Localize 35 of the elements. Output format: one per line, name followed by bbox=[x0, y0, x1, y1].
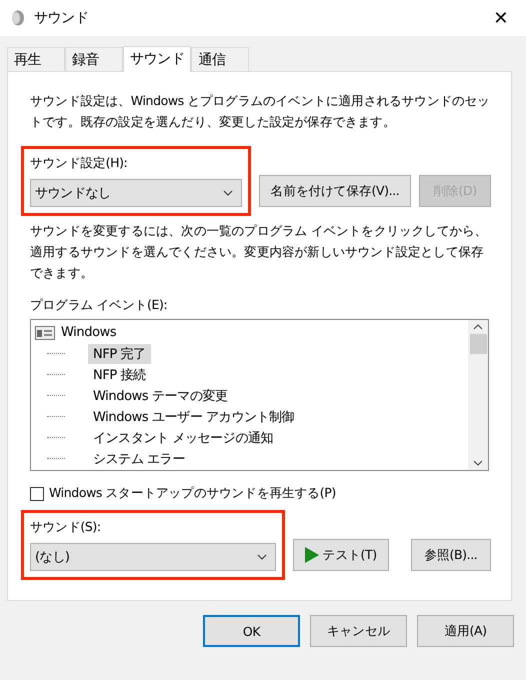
apply-button[interactable]: 適用(A) bbox=[417, 615, 514, 647]
ok-button[interactable]: OK bbox=[203, 615, 300, 647]
field-label: サウンド設定(H): bbox=[30, 154, 128, 172]
tab[interactable]: サウンド bbox=[123, 46, 192, 72]
speaker-icon bbox=[10, 10, 24, 26]
chevron-down-icon bbox=[223, 190, 233, 196]
tree-item[interactable]: Windows ユーザー アカウント制御 bbox=[88, 406, 300, 426]
window-title: サウンド bbox=[34, 9, 90, 27]
close-button[interactable]: ✕ bbox=[485, 8, 516, 28]
tree-item[interactable]: Windows テーマの変更 bbox=[88, 386, 233, 406]
tree-item[interactable]: NFP 完了 bbox=[88, 344, 151, 364]
tree-item[interactable]: NFP 接続 bbox=[88, 364, 151, 384]
checkbox[interactable] bbox=[30, 486, 44, 500]
sound-scheme-dropdown[interactable]: サウンドなし bbox=[30, 179, 242, 207]
window-icon bbox=[35, 326, 55, 340]
test-button[interactable]: テスト(T) bbox=[292, 539, 389, 571]
chevron-down-icon bbox=[256, 554, 267, 560]
tree-item[interactable]: インスタント メッセージの通知 bbox=[88, 428, 278, 448]
tab[interactable]: 再生 bbox=[7, 47, 65, 71]
play-icon bbox=[304, 547, 319, 563]
field-label: プログラム イベント(E): bbox=[30, 296, 168, 314]
event-tree[interactable]: Windows NFP 完了 NFP 接続 Windows テーマの変更 Windows ユーザー アカウント制御 インスタント メッセージの通知 システム エラー bbox=[30, 319, 489, 471]
tree-item[interactable]: Windows bbox=[61, 325, 116, 340]
instruction-text: サウンドを変更するには、次の一覧のプログラム イベントをクリックしてから、適用するサウンドを選んでください。変更内容が新しいサウンド設定として保存できます。 bbox=[30, 222, 488, 282]
tree-item[interactable]: システム エラー bbox=[88, 448, 190, 468]
browse-button[interactable]: 参照(B)... bbox=[410, 539, 491, 571]
save-as-button[interactable]: 名前を付けて保存(V)... bbox=[259, 175, 411, 207]
cancel-button[interactable]: キャンセル bbox=[310, 615, 407, 647]
scrollbar-thumb[interactable] bbox=[470, 334, 486, 354]
description-text: サウンド設定は、Windows とプログラムのイベントに適用されるサウンドのセットです。既存の設定を選んだり、変更した設定が保存できます。 bbox=[30, 92, 491, 131]
tab[interactable]: 録音 bbox=[65, 47, 123, 71]
tab[interactable]: 通信 bbox=[191, 47, 250, 71]
checkbox-label: Windows スタートアップのサウンドを再生する(P) bbox=[49, 485, 336, 502]
field-label: サウンド(S): bbox=[30, 518, 102, 536]
sound-dropdown[interactable]: (なし) bbox=[30, 543, 276, 571]
